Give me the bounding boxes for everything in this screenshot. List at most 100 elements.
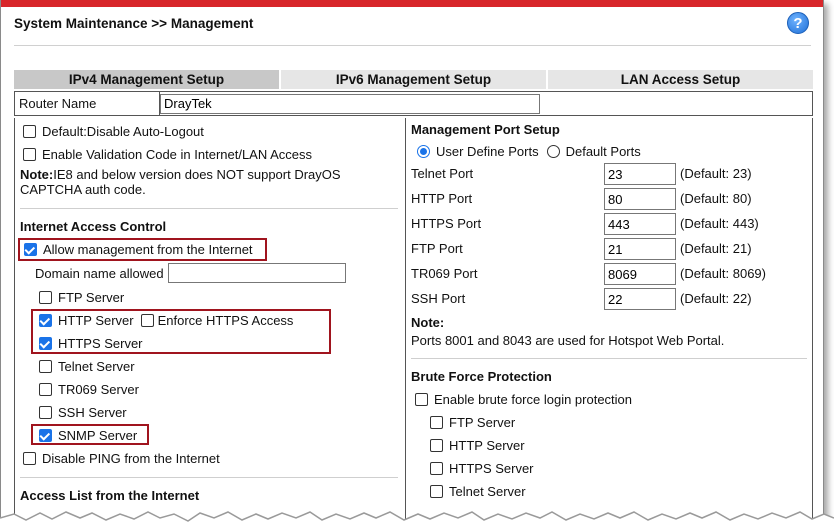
internet-access-control-title: Internet Access Control (20, 219, 167, 234)
page-header: System Maintenance >> Management ? (14, 12, 811, 46)
validation-code-checkbox[interactable] (23, 148, 36, 161)
validation-code-row: Enable Validation Code in Internet/LAN A… (23, 147, 312, 162)
auto-logout-label: Default:Disable Auto-Logout (42, 124, 204, 139)
ssh-port-input[interactable] (604, 288, 676, 310)
bfp-telnet-label: Telnet Server (449, 484, 526, 499)
ftp-server-checkbox[interactable] (39, 291, 52, 304)
bfp-telnet-row: Telnet Server (430, 484, 526, 499)
bfp-ftp-checkbox[interactable] (430, 416, 443, 429)
tr069-port-input[interactable] (604, 263, 676, 285)
help-icon[interactable]: ? (787, 12, 809, 34)
allow-mgmt-row: Allow management from the Internet (24, 242, 253, 257)
bfp-ftp-label: FTP Server (449, 415, 516, 430)
bfp-enable-row: Enable brute force login protection (415, 392, 632, 407)
port-note-label: Note: (411, 315, 445, 330)
bfp-https-row: HTTPS Server (430, 461, 534, 476)
divider (411, 358, 807, 359)
https-server-checkbox[interactable] (39, 337, 52, 350)
telnet-port-label: Telnet Port (411, 166, 474, 181)
domain-row: Domain name allowed (35, 263, 346, 283)
http-port-label: HTTP Port (411, 191, 473, 206)
router-name-label: Router Name (15, 92, 160, 115)
bfp-http-row: HTTP Server (430, 438, 525, 453)
http-server-label: HTTP Server (58, 313, 134, 328)
divider (20, 477, 398, 478)
allow-mgmt-label: Allow management from the Internet (43, 242, 253, 257)
divider (20, 208, 398, 209)
disable-ping-checkbox[interactable] (23, 452, 36, 465)
management-port-setup-title: Management Port Setup (411, 122, 560, 137)
enforce-https-checkbox[interactable] (140, 314, 154, 327)
tr069-port-default: (Default: 8069) (680, 266, 766, 281)
https-server-label: HTTPS Server (58, 336, 143, 351)
ftp-port-default: (Default: 21) (680, 241, 752, 256)
tab-ipv4-management[interactable]: IPv4 Management Setup (14, 70, 281, 89)
user-define-ports-label: User Define Ports (436, 144, 539, 159)
tr069-server-label: TR069 Server (58, 382, 139, 397)
management-page: System Maintenance >> Management ? IPv4 … (0, 0, 824, 524)
tr069-server-row: TR069 Server (39, 382, 139, 397)
auto-logout-row: Default:Disable Auto-Logout (23, 124, 204, 139)
domain-input[interactable] (167, 263, 346, 283)
tab-lan-access[interactable]: LAN Access Setup (548, 70, 813, 89)
ftp-port-label: FTP Port (411, 241, 463, 256)
left-column: Default:Disable Auto-Logout Enable Valid… (15, 118, 406, 523)
domain-label: Domain name allowed (35, 265, 164, 281)
tr069-server-checkbox[interactable] (39, 383, 52, 396)
ssh-server-checkbox[interactable] (39, 406, 52, 419)
allow-mgmt-checkbox[interactable] (24, 243, 37, 256)
http-server-checkbox[interactable] (39, 314, 52, 327)
tab-ipv6-management[interactable]: IPv6 Management Setup (281, 70, 548, 89)
user-define-ports-radio[interactable] (417, 145, 430, 158)
default-ports-label: Default Ports (565, 144, 641, 159)
telnet-server-label: Telnet Server (58, 359, 135, 374)
ftp-port-input[interactable] (604, 238, 676, 260)
https-server-row: HTTPS Server (39, 336, 143, 351)
http-server-row: HTTP Server Enforce HTTPS Access (39, 313, 293, 328)
http-port-input[interactable] (604, 188, 676, 210)
router-name-cell (160, 93, 812, 114)
bfp-http-checkbox[interactable] (430, 439, 443, 452)
ssh-port-label: SSH Port (411, 291, 466, 306)
default-ports-radio[interactable] (546, 145, 560, 158)
ftp-server-label: FTP Server (58, 290, 125, 305)
disable-ping-row: Disable PING from the Internet (23, 451, 220, 466)
auto-logout-checkbox[interactable] (23, 125, 36, 138)
ftp-server-row: FTP Server (39, 290, 124, 305)
validation-code-label: Enable Validation Code in Internet/LAN A… (42, 147, 313, 162)
bfp-ftp-row: FTP Server (430, 415, 515, 430)
bfp-enable-checkbox[interactable] (415, 393, 428, 406)
router-name-input[interactable] (160, 93, 540, 114)
https-port-default: (Default: 443) (680, 216, 759, 231)
torn-edge (0, 511, 834, 532)
main-panel: Default:Disable Auto-Logout Enable Valid… (14, 118, 813, 523)
note-text-1: IE8 and below version does NOT support D… (53, 167, 341, 182)
page-title: System Maintenance >> Management (14, 16, 254, 31)
snmp-server-label: SNMP Server (58, 428, 138, 443)
right-column: Management Port Setup User Define Ports … (407, 118, 813, 523)
telnet-server-row: Telnet Server (39, 359, 135, 374)
port-mode-row: User Define Ports Default Ports (417, 144, 641, 159)
telnet-server-checkbox[interactable] (39, 360, 52, 373)
brute-force-protection-title: Brute Force Protection (411, 369, 552, 384)
disable-ping-label: Disable PING from the Internet (42, 451, 220, 466)
http-port-default: (Default: 80) (680, 191, 752, 206)
https-port-label: HTTPS Port (411, 216, 482, 231)
router-name-row: Router Name (14, 91, 813, 116)
enforce-https-label: Enforce HTTPS Access (157, 313, 294, 328)
bfp-http-label: HTTP Server (449, 438, 525, 453)
bfp-telnet-checkbox[interactable] (430, 485, 443, 498)
port-note-text: Ports 8001 and 8043 are used for Hotspot… (411, 333, 725, 348)
telnet-port-input[interactable] (604, 163, 676, 185)
note-line-2: CAPTCHA auth code. (20, 182, 146, 197)
ssh-server-row: SSH Server (39, 405, 127, 420)
note-label: Note: (20, 167, 54, 182)
bfp-https-checkbox[interactable] (430, 462, 443, 475)
bfp-https-label: HTTPS Server (449, 461, 534, 476)
bfp-enable-label: Enable brute force login protection (434, 392, 633, 407)
snmp-server-checkbox[interactable] (39, 429, 52, 442)
tr069-port-label: TR069 Port (411, 266, 478, 281)
tab-bar: IPv4 Management Setup IPv6 Management Se… (14, 70, 813, 89)
ssh-server-label: SSH Server (58, 405, 127, 420)
https-port-input[interactable] (604, 213, 676, 235)
